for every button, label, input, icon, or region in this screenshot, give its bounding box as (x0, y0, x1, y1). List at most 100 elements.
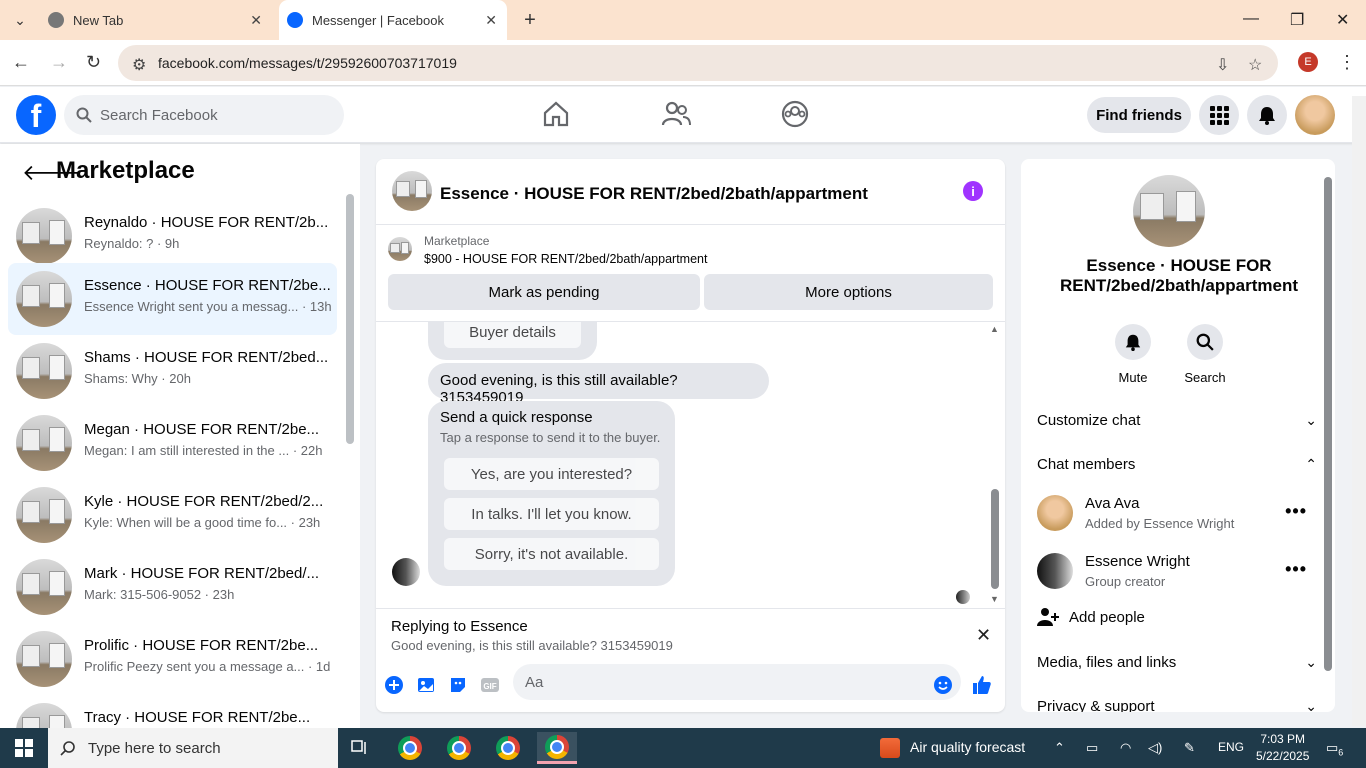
chevron-down-icon: ⌄ (1305, 698, 1317, 712)
listing-title[interactable]: $900 - HOUSE FOR RENT/2bed/2bath/appartm… (424, 252, 707, 266)
sidebar-scrollbar[interactable] (346, 194, 354, 444)
notifications-bell-icon[interactable] (1247, 95, 1287, 135)
member-item[interactable]: Ava Ava Added by Essence Wright ••• (1037, 495, 1317, 535)
restore-icon[interactable]: ❐ (1290, 10, 1304, 30)
conversation-preview: Reynaldo: ? · 9h (84, 236, 180, 251)
close-tab-icon[interactable]: ✕ (485, 12, 497, 29)
tab-title: New Tab (73, 12, 124, 28)
reload-icon[interactable]: ↻ (86, 52, 101, 73)
reply-preview: Replying to Essence Good evening, is thi… (376, 608, 1005, 658)
window-close-icon[interactable]: ✕ (1336, 10, 1349, 30)
close-reply-icon[interactable]: ✕ (976, 625, 991, 646)
forward-arrow-icon[interactable]: → (50, 52, 68, 73)
quick-response-option[interactable]: Sorry, it's not available. (444, 538, 659, 570)
conversation-name: Shams · HOUSE FOR RENT/2bed... (84, 349, 329, 366)
find-friends-button[interactable]: Find friends (1087, 97, 1191, 133)
chrome-taskbar-icon[interactable] (439, 732, 479, 764)
conversation-item-active[interactable]: Essence · HOUSE FOR RENT/2be... Essence … (8, 263, 337, 335)
new-tab-plus-icon[interactable]: + (518, 8, 542, 32)
page-scrollbar[interactable] (1352, 96, 1366, 726)
mute-button[interactable]: Mute (1098, 324, 1168, 385)
quick-response-option[interactable]: Yes, are you interested? (444, 458, 659, 490)
conversation-item[interactable]: Prolific · HOUSE FOR RENT/2be... Prolifi… (8, 623, 337, 695)
conversation-item[interactable]: Shams · HOUSE FOR RENT/2bed... Shams: Wh… (8, 335, 337, 407)
account-avatar[interactable] (1295, 95, 1335, 135)
conversation-item[interactable]: Megan · HOUSE FOR RENT/2be... Megan: I a… (8, 407, 337, 479)
message-input[interactable]: Aa (513, 664, 961, 700)
chrome-menu-icon[interactable]: ⋮ (1338, 52, 1356, 73)
add-people-row[interactable]: Add people (1037, 608, 1317, 626)
taskbar-search-input[interactable]: Type here to search (48, 728, 338, 768)
member-item[interactable]: Essence Wright Group creator ••• (1037, 553, 1317, 593)
conversation-item[interactable]: Reynaldo · HOUSE FOR RENT/2b... Reynaldo… (8, 200, 337, 272)
friends-icon[interactable] (661, 99, 691, 129)
chrome-taskbar-icon[interactable] (488, 732, 528, 764)
site-settings-icon[interactable]: ⚙ (132, 55, 146, 75)
facebook-logo-icon[interactable]: f (16, 95, 56, 135)
chevron-down-icon: ⌄ (1305, 412, 1317, 428)
info-icon[interactable]: i (963, 181, 983, 201)
plus-circle-icon[interactable] (383, 674, 405, 696)
buyer-details-button[interactable]: Buyer details (444, 322, 581, 348)
listing-thumbnail (16, 415, 72, 471)
conversation-item[interactable]: Kyle · HOUSE FOR RENT/2bed/2... Kyle: Wh… (8, 479, 337, 551)
facebook-header: f Search Facebook Find friends (0, 87, 1366, 143)
scroll-up-icon[interactable]: ▲ (990, 324, 999, 334)
weather-widget[interactable]: Air quality forecast (910, 739, 1025, 755)
install-app-icon[interactable]: ⇩ (1216, 55, 1229, 75)
customize-chat-row[interactable]: Customize chat ⌄ (1037, 412, 1317, 429)
conversation-item[interactable]: Mark · HOUSE FOR RENT/2bed/... Mark: 315… (8, 551, 337, 623)
details-scrollbar[interactable] (1324, 177, 1332, 671)
chat-avatar[interactable] (392, 171, 432, 211)
minimize-icon[interactable]: — (1243, 10, 1259, 28)
chevron-up-icon[interactable]: ⌃ (1054, 740, 1065, 756)
facebook-search-input[interactable]: Search Facebook (64, 95, 344, 135)
chrome-taskbar-icon-active[interactable] (537, 732, 577, 764)
marketplace-sidebar: 🡐 Marketplace Reynaldo · HOUSE FOR RENT/… (0, 144, 360, 728)
mark-as-pending-button[interactable]: Mark as pending (388, 274, 700, 310)
clock[interactable]: 7:03 PM 5/22/2025 (1256, 731, 1309, 765)
add-person-icon (1037, 608, 1059, 626)
message-scrollbar[interactable] (991, 489, 999, 589)
conversation-item[interactable]: Tracy · HOUSE FOR RENT/2be... (8, 695, 337, 728)
menu-grid-icon[interactable] (1199, 95, 1239, 135)
more-options-button[interactable]: More options (704, 274, 993, 310)
quick-response-card: Send a quick response Tap a response to … (428, 401, 675, 586)
task-view-icon[interactable] (340, 732, 380, 764)
pen-icon[interactable]: ✎ (1184, 740, 1195, 756)
language-indicator[interactable]: ENG (1218, 740, 1244, 754)
back-arrow-icon[interactable]: ← (12, 52, 30, 73)
quick-response-option[interactable]: In talks. I'll let you know. (444, 498, 659, 530)
thumbs-up-icon[interactable] (971, 674, 993, 696)
sticker-icon[interactable] (447, 674, 469, 696)
windows-start-icon[interactable] (0, 728, 48, 768)
chat-panel: Essence · HOUSE FOR RENT/2bed/2bath/appa… (376, 159, 1005, 712)
wifi-icon[interactable]: ◠ (1120, 740, 1131, 756)
close-tab-icon[interactable]: ✕ (250, 12, 262, 29)
search-in-chat-button[interactable]: Search (1170, 324, 1240, 385)
tab-search-icon[interactable]: ⌄ (8, 8, 32, 32)
bookmark-star-icon[interactable]: ☆ (1248, 55, 1262, 75)
groups-icon[interactable] (780, 99, 810, 129)
home-icon[interactable] (541, 99, 571, 129)
chat-members-row[interactable]: Chat members ⌃ (1037, 456, 1317, 473)
profile-avatar[interactable]: E (1298, 52, 1318, 72)
tab-messenger[interactable]: Messenger | Facebook ✕ (279, 0, 507, 40)
url-bar[interactable]: ⚙ facebook.com/messages/t/29592600703717… (118, 45, 1278, 81)
battery-icon[interactable]: ▭ (1086, 740, 1098, 756)
browser-tab-strip: ⌄ New Tab ✕ Messenger | Facebook ✕ + — ❐… (0, 0, 1366, 40)
media-files-row[interactable]: Media, files and links ⌄ (1037, 654, 1317, 671)
volume-icon[interactable]: ◁) (1148, 740, 1162, 756)
chat-title[interactable]: Essence · HOUSE FOR RENT/2bed/2bath/appa… (440, 184, 868, 204)
scroll-down-icon[interactable]: ▼ (990, 594, 999, 604)
more-dots-icon[interactable]: ••• (1285, 559, 1307, 580)
emoji-icon[interactable] (932, 674, 954, 696)
mute-label: Mute (1118, 370, 1148, 385)
chrome-taskbar-icon[interactable] (390, 732, 430, 764)
gif-icon[interactable]: GIF (479, 674, 501, 696)
tab-new-tab[interactable]: New Tab ✕ (36, 0, 272, 40)
more-dots-icon[interactable]: ••• (1285, 501, 1307, 522)
privacy-support-row[interactable]: Privacy & support ⌄ (1037, 698, 1317, 712)
notification-center-icon[interactable]: ▭6 (1326, 740, 1343, 758)
photo-icon[interactable] (415, 674, 437, 696)
